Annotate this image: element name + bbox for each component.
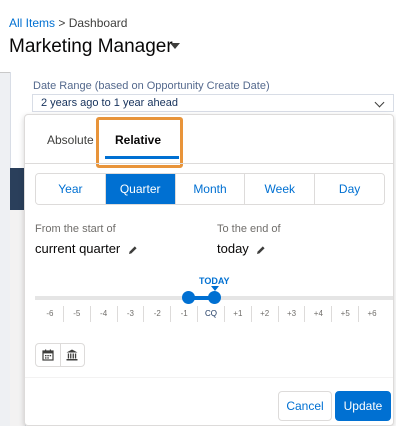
calendar-type-toggle [35,343,85,367]
tick-label[interactable]: +5 [332,306,360,322]
tick-label[interactable]: +3 [279,306,306,322]
tab-highlight-box [96,117,183,168]
cancel-button[interactable]: Cancel [278,391,332,421]
today-marker-label: TODAY [199,276,230,286]
page-header: All Items > Dashboard Marketing Manager [0,0,396,72]
tick-label[interactable]: -3 [118,306,145,322]
calendar-icon [42,349,54,361]
tick-label-current[interactable]: CQ [198,306,225,322]
tick-label[interactable]: +2 [252,306,279,322]
from-value-text: current quarter [35,241,121,256]
range-slider-start-handle[interactable] [182,291,195,304]
date-range-label: Date Range (based on Opportunity Create … [33,80,270,92]
fiscal-button[interactable] [61,344,85,366]
tick-label[interactable]: -2 [144,306,172,322]
granularity-day-button[interactable]: Day [315,174,384,204]
chevron-down-icon [374,97,385,108]
tick-label[interactable]: +1 [225,306,252,322]
fiscal-building-icon [66,349,78,361]
tick-label[interactable]: +4 [305,306,333,322]
breadcrumb-current: Dashboard [68,16,128,30]
tick-label[interactable]: -1 [171,306,199,322]
date-range-value: 2 years ago to 1 year ahead [41,97,178,109]
update-button[interactable]: Update [335,391,391,421]
page-title[interactable]: Marketing Manager [9,36,173,58]
breadcrumb-link-all-items[interactable]: All Items [9,16,55,30]
pencil-icon[interactable] [128,245,138,255]
footer-divider [25,377,393,378]
breadcrumb-separator: > [58,16,66,30]
granularity-quarter-button[interactable]: Quarter [105,174,176,204]
granularity-month-button[interactable]: Month [175,174,246,204]
tick-label[interactable]: -6 [37,306,64,322]
to-value[interactable]: today [217,241,266,256]
calendar-button[interactable] [36,344,61,366]
tab-absolute[interactable]: Absolute [47,133,94,147]
caret-down-icon[interactable] [170,43,180,49]
range-slider-ticks: -6 -5 -4 -3 -2 -1 CQ +1 +2 +3 +4 +5 +6 [37,306,385,322]
from-value[interactable]: current quarter [35,241,138,256]
tabs-divider [25,163,393,164]
from-label: From the start of [35,223,116,235]
tick-label[interactable]: +6 [359,306,385,322]
date-range-select[interactable]: 2 years ago to 1 year ahead [32,94,394,112]
pencil-icon[interactable] [256,245,266,255]
range-slider-end-handle[interactable] [208,291,221,304]
tick-label[interactable]: -4 [91,306,118,322]
granularity-year-button[interactable]: Year [36,174,106,204]
relative-date-picker: Absolute Relative Year Quarter Month Wee… [24,114,394,426]
granularity-selector: Year Quarter Month Week Day [35,173,385,205]
to-label: To the end of [217,223,281,235]
breadcrumb: All Items > Dashboard [9,16,127,30]
granularity-week-button[interactable]: Week [245,174,316,204]
tick-label[interactable]: -5 [64,306,91,322]
to-value-text: today [217,241,249,256]
